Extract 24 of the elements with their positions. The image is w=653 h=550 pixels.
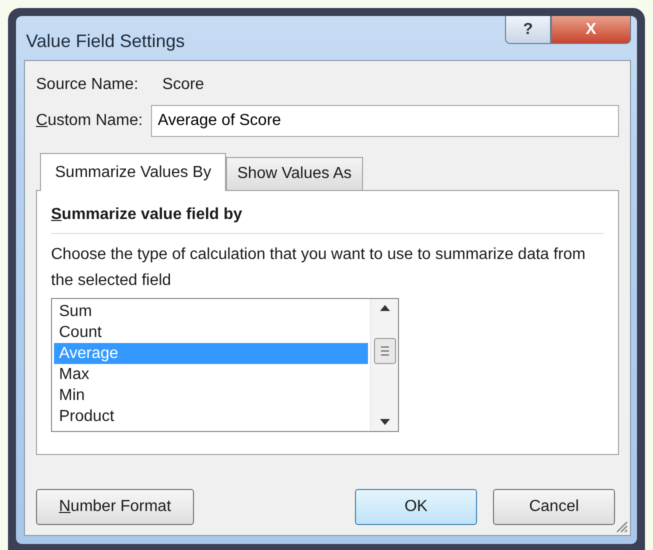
cancel-button[interactable]: Cancel (493, 489, 615, 525)
scroll-thumb[interactable] (374, 338, 396, 364)
ok-button[interactable]: OK (355, 489, 477, 525)
scroll-up-icon[interactable] (380, 305, 390, 311)
number-format-button[interactable]: Number Format (36, 489, 194, 525)
source-name-value: Score (162, 75, 204, 95)
list-item[interactable]: Min (54, 385, 368, 406)
list-item[interactable]: Count (54, 322, 368, 343)
tab[interactable]: Show Values As (226, 157, 363, 190)
calculation-list[interactable]: Sum Count Average Max Min Product (51, 298, 399, 432)
tab[interactable]: Summarize Values By (40, 153, 226, 191)
resize-grip-icon[interactable] (614, 519, 628, 533)
custom-name-label: Custom Name: (36, 111, 143, 131)
source-name-label: Source Name: (36, 75, 138, 95)
list-item[interactable]: Product (54, 406, 368, 427)
list-item[interactable]: Max (54, 364, 368, 385)
section-heading: Summarize value field by (51, 205, 244, 225)
description-text: Choose the type of calculation that you want to use to summarize data from the selected field (51, 245, 587, 291)
scrollbar[interactable] (370, 299, 398, 431)
scroll-down-icon[interactable] (380, 419, 390, 425)
custom-name-field[interactable]: Average of Score (150, 105, 619, 137)
list-item[interactable]: Sum (54, 301, 368, 322)
help-button[interactable]: ? (505, 16, 551, 44)
window-title: Value Field Settings (25, 30, 185, 53)
